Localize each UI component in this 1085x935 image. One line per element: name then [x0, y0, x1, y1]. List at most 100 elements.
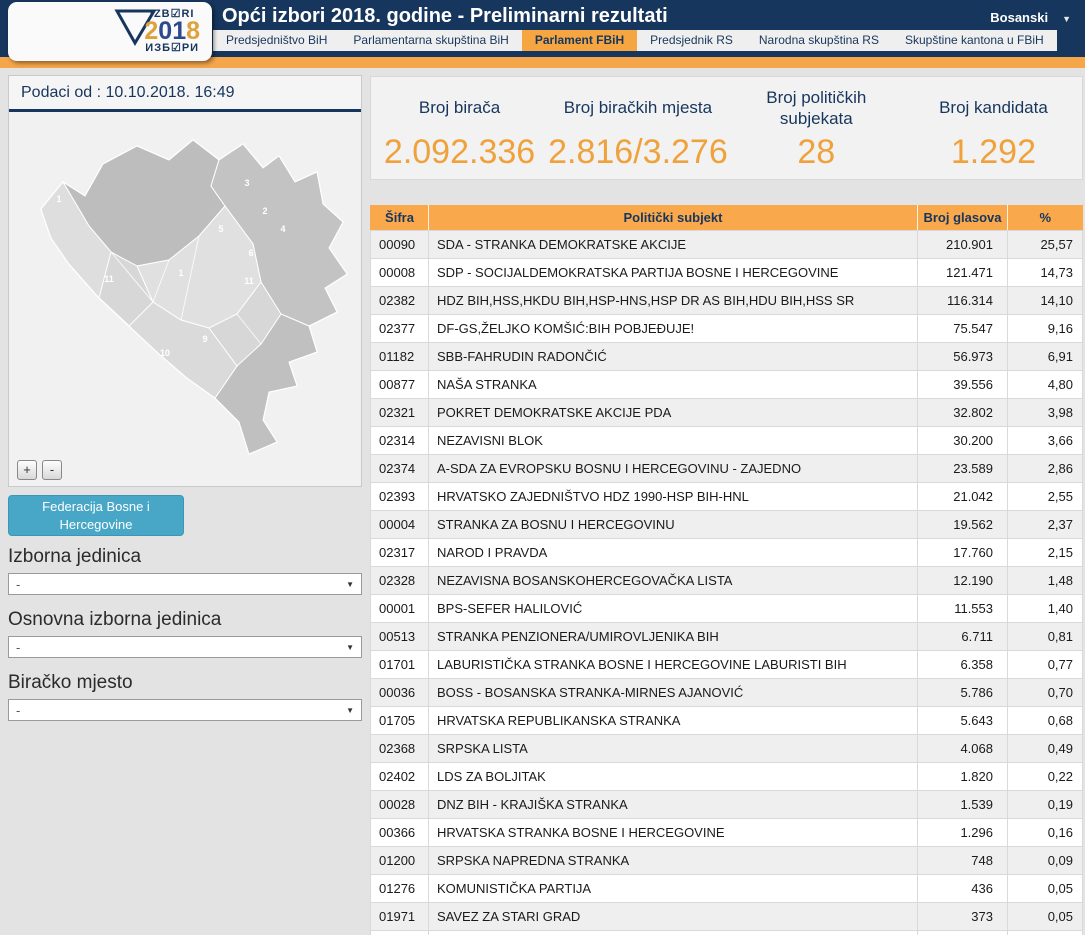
party-votes: 39.556: [918, 371, 1008, 399]
party-percent: 1,48: [1008, 567, 1083, 595]
party-code: 02402: [371, 763, 429, 791]
party-code: 02393: [371, 483, 429, 511]
column-header-broj-glasova[interactable]: Broj glasova: [918, 205, 1008, 231]
party-name: DNZ BIH - KRAJIŠKA STRANKA: [429, 791, 918, 819]
party-votes: 5.643: [918, 707, 1008, 735]
chevron-down-icon: ▼: [346, 643, 354, 652]
stat-value: 28: [797, 133, 835, 172]
party-votes: 210.901: [918, 231, 1008, 259]
party-votes: 1.820: [918, 763, 1008, 791]
bih-map[interactable]: 1 2 3 4 5 6 9 10 11 1 11 + -: [9, 114, 361, 486]
language-selector[interactable]: Bosanski▼: [990, 10, 1071, 25]
party-percent: 0,68: [1008, 707, 1083, 735]
biracko-mjesto-select[interactable]: - ▼: [8, 699, 362, 721]
osnovna-izborna-jedinica-select[interactable]: - ▼: [8, 636, 362, 658]
party-name: BOSS - BOSANSKA STRANKA-MIRNES AJANOVIĆ: [429, 679, 918, 707]
party-code: 01200: [371, 847, 429, 875]
column-header-percent[interactable]: %: [1008, 205, 1083, 231]
party-votes: 75.547: [918, 315, 1008, 343]
party-code: 02382: [371, 287, 429, 315]
table-row: 01705HRVATSKA REPUBLIKANSKA STRANKA5.643…: [371, 707, 1083, 735]
map-zoom-out-button[interactable]: -: [42, 460, 62, 480]
party-name: HRVATSKA STRANKA BOSNE I HERCEGOVINE: [429, 819, 918, 847]
party-name: NEZAVISNA BOSANSKOHERCEGOVAČKA LISTA: [429, 567, 918, 595]
party-code: 02323: [371, 931, 429, 935]
data-timestamp: Podaci od : 10.10.2018. 16:49: [9, 76, 361, 112]
stat-label: Broj političkih subjekata: [734, 85, 899, 131]
map-region-number: 11: [244, 276, 254, 286]
tab-parlamentarna-skup-tina-bih[interactable]: Parlamentarna skupština BiH: [340, 30, 521, 51]
party-code: 01971: [371, 903, 429, 931]
filter-label-izborna-jedinica: Izborna jedinica: [8, 546, 362, 568]
party-percent: 2,15: [1008, 539, 1083, 567]
table-row: 00090SDA - STRANKA DEMOKRATSKE AKCIJE210…: [371, 231, 1083, 259]
party-code: 00001: [371, 595, 429, 623]
party-percent: 0,77: [1008, 651, 1083, 679]
party-votes: 116.314: [918, 287, 1008, 315]
party-votes: 12.190: [918, 567, 1008, 595]
party-votes: 748: [918, 847, 1008, 875]
logo-text-cyrillic: ИЗБ☑РИ: [144, 43, 200, 54]
party-votes: 6.711: [918, 623, 1008, 651]
table-header-row: Šifra Politički subjekt Broj glasova %: [371, 205, 1083, 231]
party-percent: 0,05: [1008, 875, 1083, 903]
map-region-number: 10: [159, 348, 169, 358]
stat-value: 2.816/3.276: [548, 133, 728, 172]
party-votes: 30.200: [918, 427, 1008, 455]
table-row: 02321POKRET DEMOKRATSKE AKCIJE PDA32.802…: [371, 399, 1083, 427]
party-percent: 3,98: [1008, 399, 1083, 427]
table-row: 00513STRANKA PENZIONERA/UMIROVLJENIKA BI…: [371, 623, 1083, 651]
party-code: 00036: [371, 679, 429, 707]
federacija-bih-button[interactable]: Federacija Bosne i Hercegovine: [8, 495, 184, 536]
stats-panel: Broj birača 2.092.336 Broj biračkih mjes…: [370, 76, 1083, 180]
tab-predsjedni-tvo-bih[interactable]: Predsjedništvo BiH: [213, 30, 340, 51]
stat-broj-kandidata: Broj kandidata 1.292: [905, 77, 1082, 179]
party-code: 02328: [371, 567, 429, 595]
stat-label: Broj kandidata: [939, 85, 1048, 131]
map-region-number: 3: [244, 178, 249, 188]
column-header-sifra[interactable]: Šifra: [371, 205, 429, 231]
party-percent: 3,66: [1008, 427, 1083, 455]
filter-label-biracko-mjesto: Biračko mjesto: [8, 672, 362, 694]
izborna-jedinica-select[interactable]: - ▼: [8, 573, 362, 595]
party-name: STRANKA PENZIONERA/UMIROVLJENIKA BIH: [429, 623, 918, 651]
table-row: 01200SRPSKA NAPREDNA STRANKA7480,09: [371, 847, 1083, 875]
party-code: 00028: [371, 791, 429, 819]
map-zoom-in-button[interactable]: +: [17, 460, 37, 480]
party-votes: 19.562: [918, 511, 1008, 539]
logo-year: 2018: [144, 19, 200, 44]
party-name: NEZAVISNI BLOK: [429, 427, 918, 455]
table-row: 02393HRVATSKO ZAJEDNIŠTVO HDZ 1990-HSP B…: [371, 483, 1083, 511]
party-name: SRPSKA NAPREDNA STRANKA: [429, 847, 918, 875]
stat-broj-birackih-mjesta: Broj biračkih mjesta 2.816/3.276: [548, 77, 728, 179]
party-votes: 11.553: [918, 595, 1008, 623]
osnovna-izborna-jedinica-value: -: [16, 640, 20, 655]
party-percent: 25,57: [1008, 231, 1083, 259]
filter-label-osnovna-izborna-jedinica: Osnovna izborna jedinica: [8, 609, 362, 631]
party-code: 02314: [371, 427, 429, 455]
tab-skup-tine-kantona-u-fbih[interactable]: Skupštine kantona u FBiH: [892, 30, 1057, 51]
party-percent: 4,80: [1008, 371, 1083, 399]
tab-narodna-skup-tina-rs[interactable]: Narodna skupština RS: [746, 30, 892, 51]
party-percent: 0,70: [1008, 679, 1083, 707]
party-name: HRVATSKA REPUBLIKANSKA STRANKA: [429, 707, 918, 735]
tab-parlament-fbih[interactable]: Parlament FBiH: [522, 30, 637, 51]
party-votes: 4.068: [918, 735, 1008, 763]
table-row: 02317NAROD I PRAVDA17.7602,15: [371, 539, 1083, 567]
party-percent: 0,19: [1008, 791, 1083, 819]
tab-predsjednik-rs[interactable]: Predsjednik RS: [637, 30, 746, 51]
party-percent: 1,40: [1008, 595, 1083, 623]
party-name: BPS-SEFER HALILOVIĆ: [429, 595, 918, 623]
party-name: SAVEZ ZA STARI GRAD: [429, 903, 918, 931]
party-votes: 1.539: [918, 791, 1008, 819]
table-row: 02382HDZ BIH,HSS,HKDU BIH,HSP-HNS,HSP DR…: [371, 287, 1083, 315]
stat-broj-politickih-subjekata: Broj političkih subjekata 28: [728, 77, 905, 179]
party-code: 02321: [371, 399, 429, 427]
izbori-2018-logo[interactable]: IZB☑RI 2018 ИЗБ☑РИ: [8, 2, 212, 61]
party-percent: 0,03: [1008, 931, 1083, 935]
column-header-politicki-subjekt[interactable]: Politički subjekt: [429, 205, 918, 231]
party-percent: 14,73: [1008, 259, 1083, 287]
party-code: 02374: [371, 455, 429, 483]
party-code: 00008: [371, 259, 429, 287]
party-name: POKRET DEMOKRATSKE AKCIJE PDA: [429, 399, 918, 427]
